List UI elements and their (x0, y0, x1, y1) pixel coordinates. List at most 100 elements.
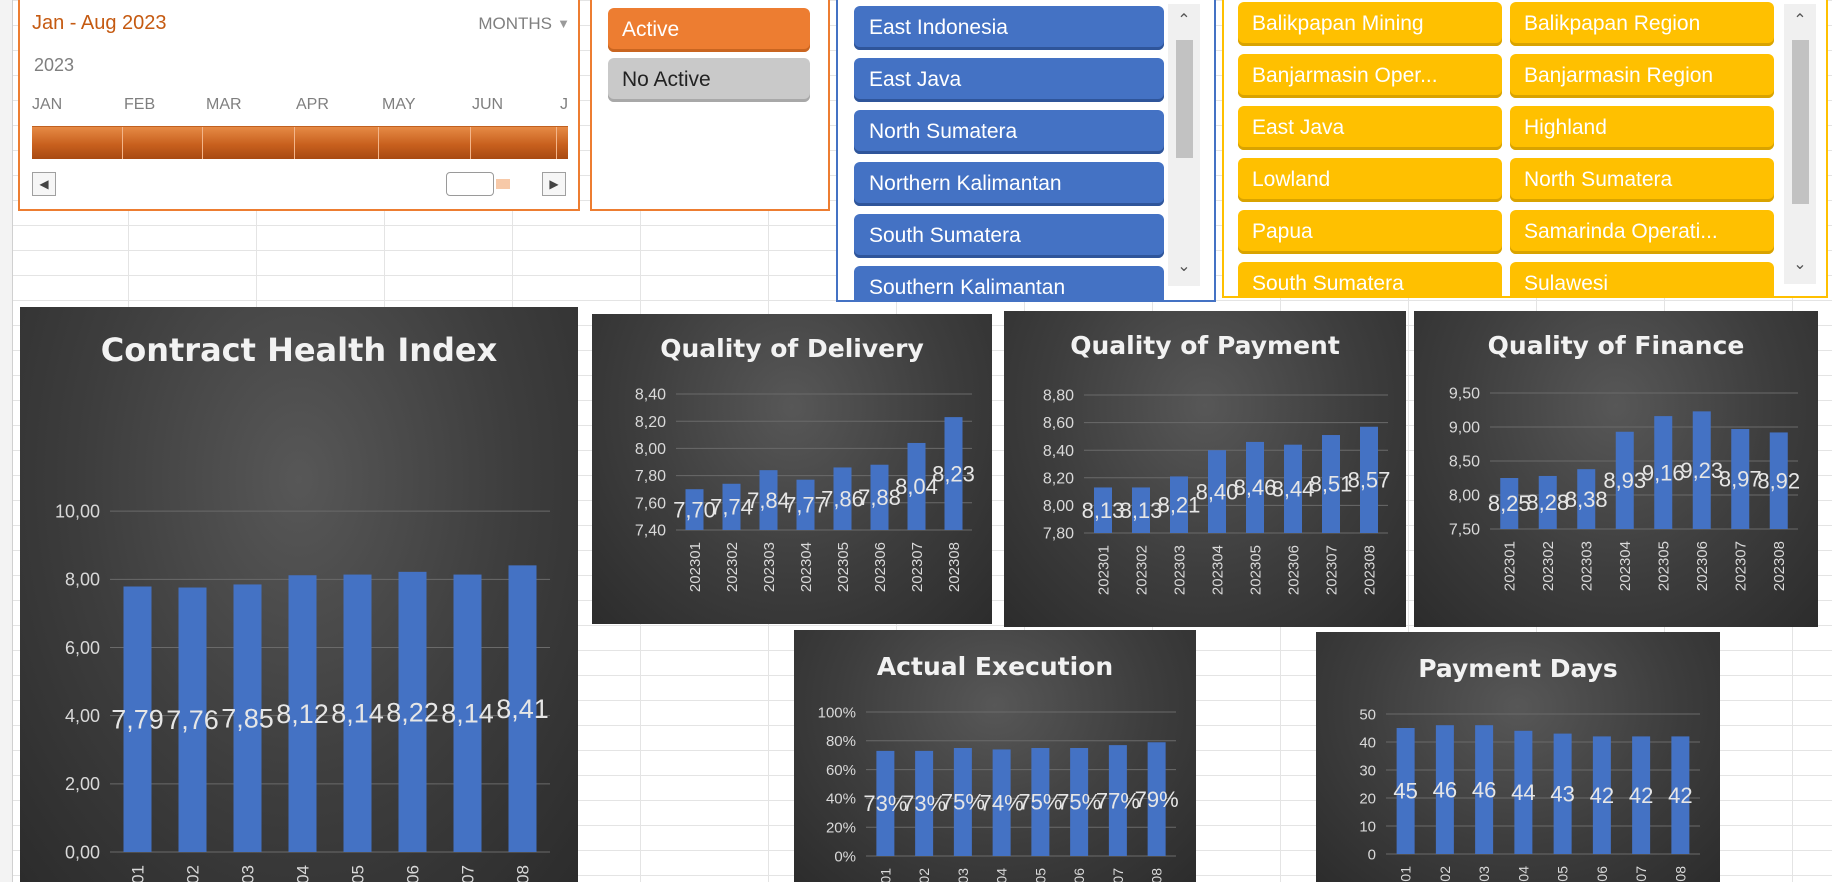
payment-days-chart[interactable]: Payment Days 010203040502023012023022023… (1316, 632, 1720, 882)
row-header-strip (0, 0, 13, 882)
region-scrollbar[interactable]: ⌃ ⌄ (1168, 4, 1200, 286)
slicer-item-unit[interactable]: Balikpapan Region (1510, 2, 1774, 46)
x-tick-label: 202301 (1502, 541, 1519, 591)
x-tick-label: 202306 (1285, 545, 1302, 595)
data-label: 75% (1018, 790, 1062, 815)
scroll-down-icon[interactable]: ⌄ (1168, 252, 1200, 282)
data-label: 8,97 (1719, 467, 1762, 492)
y-tick-label: 7,60 (635, 495, 666, 512)
x-tick-label: 202305 (835, 542, 852, 592)
data-label: 8,28 (1526, 490, 1569, 515)
x-tick-label: 202308 (513, 865, 532, 882)
date-timeline-slicer[interactable]: Jan - Aug 2023 MONTHS ▼ 2023 JAN FEB MAR… (18, 0, 580, 211)
x-tick-label: 202302 (724, 542, 741, 592)
timeline-month-label[interactable]: JUN (472, 96, 503, 114)
timeline-month-label[interactable]: MAR (206, 96, 242, 114)
data-label: 8,40 (1196, 479, 1239, 504)
timeline-scroll-thumb[interactable] (446, 172, 494, 196)
slicer-item-active[interactable]: Active (608, 8, 810, 52)
slicer-item-unit[interactable]: Banjarmasin Region (1510, 54, 1774, 98)
scroll-left-icon[interactable]: ◀ (32, 172, 56, 196)
x-tick-label: 202302 (916, 868, 932, 882)
slicer-item-region[interactable]: Northern Kalimantan (854, 162, 1164, 206)
timeline-month-label[interactable]: JAN (32, 96, 62, 114)
data-label: 8,92 (1757, 468, 1800, 493)
y-tick-label: 7,80 (1043, 526, 1074, 543)
y-tick-label: 2,00 (65, 774, 100, 794)
x-tick-label: 202302 (1133, 545, 1150, 595)
unit-slicer: Balikpapan Mining Balikpapan Region Banj… (1222, 0, 1828, 298)
scroll-right-icon[interactable]: ▶ (542, 172, 566, 196)
slicer-item-unit[interactable]: Highland (1510, 106, 1774, 150)
timeline-level-dropdown[interactable]: MONTHS (478, 14, 552, 34)
slicer-item-unit[interactable]: Sulawesi (1510, 262, 1774, 296)
data-label: 8,41 (496, 694, 549, 724)
scroll-up-icon[interactable]: ⌃ (1784, 6, 1816, 36)
timeline-scroll-marker (496, 179, 510, 189)
y-tick-label: 8,00 (635, 441, 666, 458)
dropdown-arrow-icon[interactable]: ▼ (557, 16, 570, 31)
y-tick-label: 8,60 (1043, 415, 1074, 432)
data-label: 7,76 (166, 705, 219, 735)
slicer-item-region[interactable]: East Indonesia (854, 6, 1164, 50)
x-tick-label: 202301 (128, 865, 147, 882)
scroll-thumb[interactable] (1792, 40, 1809, 204)
slicer-item-region[interactable]: North Sumatera (854, 110, 1164, 154)
slicer-item-unit[interactable]: Balikpapan Mining (1238, 2, 1502, 46)
quality-of-delivery-chart[interactable]: Quality of Delivery 7,40 7,60 7,80 8,00 8,20… (592, 314, 992, 624)
data-label: 7,85 (221, 704, 274, 734)
quality-of-finance-chart[interactable]: Quality of Finance 7,50 8,00 8,50 9,00 9,50 2… (1414, 311, 1818, 627)
x-tick-label: 202307 (458, 865, 477, 882)
data-label: 8,13 (1082, 498, 1125, 523)
scroll-thumb[interactable] (1176, 40, 1193, 158)
contract-health-index-chart[interactable]: Contract Health Index 0,00 2,00 4,00 6,00 8,… (20, 307, 578, 882)
y-tick-label: 100% (818, 704, 856, 721)
slicer-item-unit[interactable]: Banjarmasin Oper... (1238, 54, 1502, 98)
x-tick-label: 202305 (1247, 545, 1264, 595)
timeline-selection-bar[interactable] (32, 126, 568, 159)
slicer-item-region[interactable]: East Java (854, 58, 1164, 102)
timeline-month-label[interactable]: MAY (382, 96, 415, 114)
y-tick-label: 7,40 (635, 523, 666, 540)
data-label: 8,23 (932, 461, 975, 486)
data-label: 46 (1472, 777, 1496, 802)
scroll-up-icon[interactable]: ⌃ (1168, 6, 1200, 36)
x-tick-label: 202308 (1149, 868, 1165, 882)
y-tick-label: 8,20 (635, 414, 666, 431)
quality-of-payment-chart[interactable]: Quality of Payment 7,80 8,00 8,20 8,40 8,60 8… (1004, 311, 1406, 627)
slicer-item-unit[interactable]: Papua (1238, 210, 1502, 254)
data-label: 75% (1057, 790, 1101, 815)
x-tick-label: 202303 (955, 868, 971, 882)
slicer-item-region[interactable]: Southern Kalimantan (854, 266, 1164, 300)
x-tick-label: 202305 (1032, 868, 1048, 882)
slicer-item-unit[interactable]: East Java (1238, 106, 1502, 150)
slicer-item-unit[interactable]: Samarinda Operati... (1510, 210, 1774, 254)
x-tick-label: 202301 (1398, 866, 1414, 882)
data-label: 73% (902, 791, 946, 816)
x-tick-label: 202304 (1209, 545, 1226, 595)
slicer-item-unit[interactable]: South Sumatera (1238, 262, 1502, 296)
scroll-down-icon[interactable]: ⌄ (1784, 250, 1816, 280)
timeline-month-label[interactable]: FEB (124, 96, 155, 114)
data-label: 42 (1668, 783, 1692, 808)
slicer-item-region[interactable]: South Sumatera (854, 214, 1164, 258)
timeline-year: 2023 (34, 55, 75, 75)
x-tick-label: 202302 (1437, 866, 1453, 882)
slicer-item-no-active[interactable]: No Active (608, 58, 810, 102)
y-tick-label: 20 (1359, 790, 1376, 807)
data-label: 8,12 (276, 699, 329, 729)
unit-scrollbar[interactable]: ⌃ ⌄ (1784, 4, 1816, 284)
x-tick-label: 202306 (872, 542, 889, 592)
x-tick-label: 202306 (1694, 541, 1711, 591)
slicer-item-unit[interactable]: North Sumatera (1510, 158, 1774, 202)
x-tick-label: 202304 (1617, 541, 1634, 591)
actual-execution-chart[interactable]: Actual Execution 0%20%40%60%80%100%20230… (794, 630, 1196, 882)
x-tick-label: 202304 (994, 868, 1010, 882)
timeline-month-label[interactable]: APR (296, 96, 329, 114)
slicer-item-unit[interactable]: Lowland (1238, 158, 1502, 202)
x-tick-label: 202307 (1323, 545, 1340, 595)
timeline-month-label[interactable]: J (560, 96, 568, 114)
x-tick-label: 202308 (1672, 866, 1688, 882)
chart-plot: 7,80 8,00 8,20 8,40 8,60 8,80 202301 202302 2023… (1043, 388, 1391, 595)
data-label: 73% (863, 791, 907, 816)
